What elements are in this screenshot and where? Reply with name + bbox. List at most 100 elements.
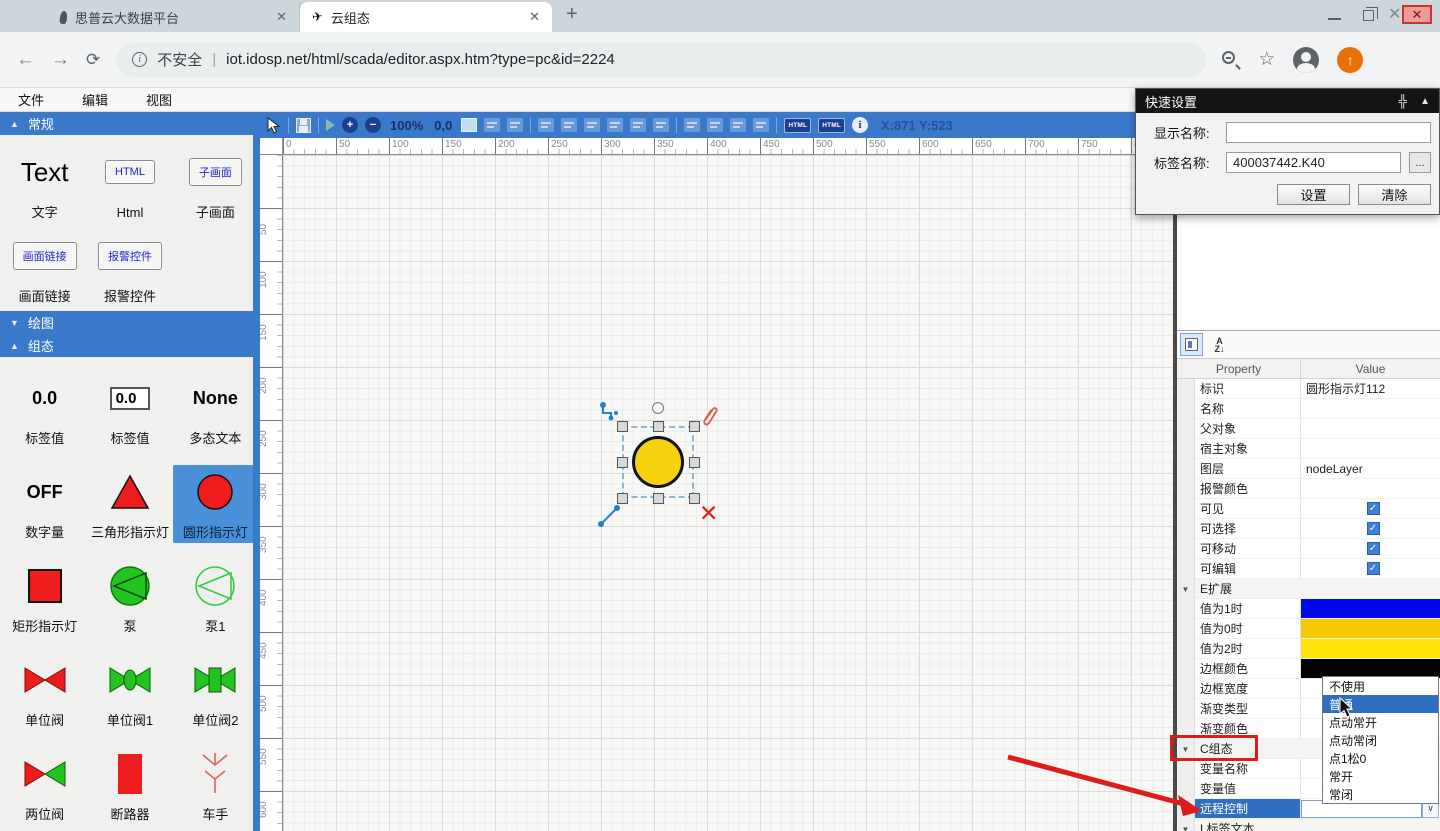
property-value[interactable] — [1301, 639, 1440, 659]
menu-item-1[interactable]: 编辑 — [82, 90, 108, 109]
scada-item-4[interactable]: 三角形指示灯 — [87, 465, 172, 543]
same-height-icon[interactable] — [753, 118, 769, 132]
sort-az-icon[interactable]: AZ↓ — [1208, 333, 1231, 356]
color-swatch[interactable] — [1301, 619, 1440, 638]
property-row-9[interactable]: 可编辑✓ — [1177, 559, 1440, 579]
copy-icon[interactable] — [484, 118, 500, 132]
dropdown-option-0[interactable]: 不使用 — [1323, 677, 1438, 695]
general-item-4[interactable]: 报警控件报警控件 — [87, 229, 172, 307]
sidebar-scrollbar[interactable] — [253, 112, 260, 831]
color-swatch[interactable] — [1301, 639, 1440, 658]
html-preview-icon[interactable]: HTML — [818, 118, 845, 133]
scada-item-5[interactable]: 圆形指示灯 — [173, 465, 258, 543]
back-icon[interactable]: ← — [16, 49, 35, 71]
property-row-11[interactable]: 值为1时 — [1177, 599, 1440, 619]
property-row-6[interactable]: 可见✓ — [1177, 499, 1440, 519]
browser-tab-2[interactable]: ✈ 云组态 ✕ — [300, 2, 552, 32]
scada-item-14[interactable]: 车手 — [173, 747, 258, 825]
line-tool-icon[interactable] — [597, 502, 623, 528]
selection-handle[interactable] — [653, 421, 664, 432]
scada-item-13[interactable]: 断路器 — [87, 747, 172, 825]
property-value[interactable] — [1301, 599, 1440, 619]
property-value[interactable] — [1301, 419, 1440, 439]
page-info-icon[interactable]: i — [132, 52, 147, 67]
section-header-general[interactable]: ▲ 常规 — [0, 112, 260, 135]
dropdown-option-5[interactable]: 常开 — [1323, 767, 1438, 785]
selection-handle[interactable] — [617, 421, 628, 432]
property-value[interactable] — [1301, 819, 1440, 831]
panel-up-icon[interactable]: ▲ — [1420, 96, 1430, 107]
pointer-tool-icon[interactable] — [267, 117, 281, 134]
property-value[interactable] — [1301, 479, 1440, 499]
scada-item-8[interactable]: 泵1 — [173, 559, 258, 637]
minimize-button[interactable] — [1328, 18, 1341, 20]
restore-button[interactable] — [1363, 10, 1374, 21]
property-row-12[interactable]: 值为0时 — [1177, 619, 1440, 639]
new-tab-button[interactable]: + — [566, 3, 578, 26]
category-collapse-icon[interactable]: ▼ — [1177, 579, 1195, 599]
property-value[interactable]: 圆形指示灯112 — [1301, 379, 1440, 399]
scada-item-11[interactable]: 单位阀2 — [173, 653, 258, 731]
bookmark-star-icon[interactable]: ☆ — [1258, 48, 1275, 71]
align-top-icon[interactable] — [607, 118, 623, 132]
property-value[interactable]: ✓ — [1301, 539, 1440, 559]
paperclip-icon[interactable] — [700, 405, 720, 429]
selection-handle[interactable] — [617, 493, 628, 504]
distribute-h-icon[interactable] — [684, 118, 700, 132]
distribute-v-icon[interactable] — [707, 118, 723, 132]
general-item-1[interactable]: HTMLHtml — [87, 145, 172, 223]
browse-button[interactable]: ... — [1409, 152, 1431, 173]
dropdown-option-4[interactable]: 点1松0 — [1323, 749, 1438, 767]
scada-item-2[interactable]: None多态文本 — [173, 371, 258, 449]
zoom-out-icon[interactable] — [1222, 51, 1240, 69]
checkbox-checked-icon[interactable]: ✓ — [1367, 522, 1380, 535]
scada-item-1[interactable]: 0.0标签值 — [87, 371, 172, 449]
reload-icon[interactable]: ⟳ — [86, 50, 100, 70]
scada-item-9[interactable]: 单位阀 — [2, 653, 87, 731]
scada-item-0[interactable]: 0.0标签值 — [2, 371, 87, 449]
checkbox-checked-icon[interactable]: ✓ — [1367, 502, 1380, 515]
property-row-8[interactable]: 可移动✓ — [1177, 539, 1440, 559]
align-middle-icon[interactable] — [630, 118, 646, 132]
checkbox-checked-icon[interactable]: ✓ — [1367, 542, 1380, 555]
property-value[interactable] — [1301, 399, 1440, 419]
dropdown-option-6[interactable]: 常闭 — [1323, 785, 1438, 803]
tab2-close-icon[interactable]: ✕ — [529, 9, 540, 25]
set-button[interactable]: 设置 — [1277, 184, 1350, 205]
property-row-2[interactable]: 父对象 — [1177, 419, 1440, 439]
scada-item-6[interactable]: 矩形指示灯 — [2, 559, 87, 637]
property-row-10[interactable]: ▼E扩展 — [1177, 579, 1440, 599]
property-row-5[interactable]: 报警颜色 — [1177, 479, 1440, 499]
quick-settings-titlebar[interactable]: 快速设置 ╬ ▲ — [1136, 89, 1439, 113]
align-left-icon[interactable] — [538, 118, 554, 132]
selection-handle[interactable] — [689, 493, 700, 504]
circle-indicator-node[interactable] — [632, 436, 684, 488]
url-field[interactable]: i 不安全 | iot.idosp.net/html/scada/editor.… — [116, 43, 1206, 77]
align-bottom-icon[interactable] — [653, 118, 669, 132]
property-row-22[interactable]: ▼L标签文本 — [1177, 819, 1440, 831]
dropdown-option-3[interactable]: 点动常闭 — [1323, 731, 1438, 749]
section-header-scada[interactable]: ▲ 组态 — [0, 334, 260, 357]
property-row-0[interactable]: 标识圆形指示灯112 — [1177, 379, 1440, 399]
rotate-handle[interactable] — [652, 402, 664, 414]
connector-icon[interactable] — [599, 401, 621, 423]
browser-update-icon[interactable]: ↑ — [1337, 47, 1363, 73]
selection-handle[interactable] — [653, 493, 664, 504]
align-right-icon[interactable] — [584, 118, 600, 132]
display-name-input[interactable] — [1226, 122, 1431, 143]
checkbox-checked-icon[interactable]: ✓ — [1367, 562, 1380, 575]
close-button[interactable]: ✕ ✕ — [1396, 4, 1432, 26]
dropdown-option-2[interactable]: 点动常开 — [1323, 713, 1438, 731]
property-value[interactable]: ✓ — [1301, 499, 1440, 519]
run-icon[interactable] — [326, 119, 335, 131]
scada-item-10[interactable]: 单位阀1 — [87, 653, 172, 731]
property-row-13[interactable]: 值为2时 — [1177, 639, 1440, 659]
html-export-icon[interactable]: HTML — [784, 118, 811, 133]
zoom-out-icon[interactable]: − — [365, 117, 381, 133]
delete-icon[interactable]: ✕ — [699, 502, 718, 525]
category-collapse-icon[interactable]: ▼ — [1177, 819, 1195, 831]
property-value[interactable]: ✓ — [1301, 559, 1440, 579]
tab1-close-icon[interactable]: ✕ — [276, 9, 287, 25]
selection-handle[interactable] — [689, 457, 700, 468]
design-canvas[interactable]: ✕ — [283, 155, 1173, 831]
